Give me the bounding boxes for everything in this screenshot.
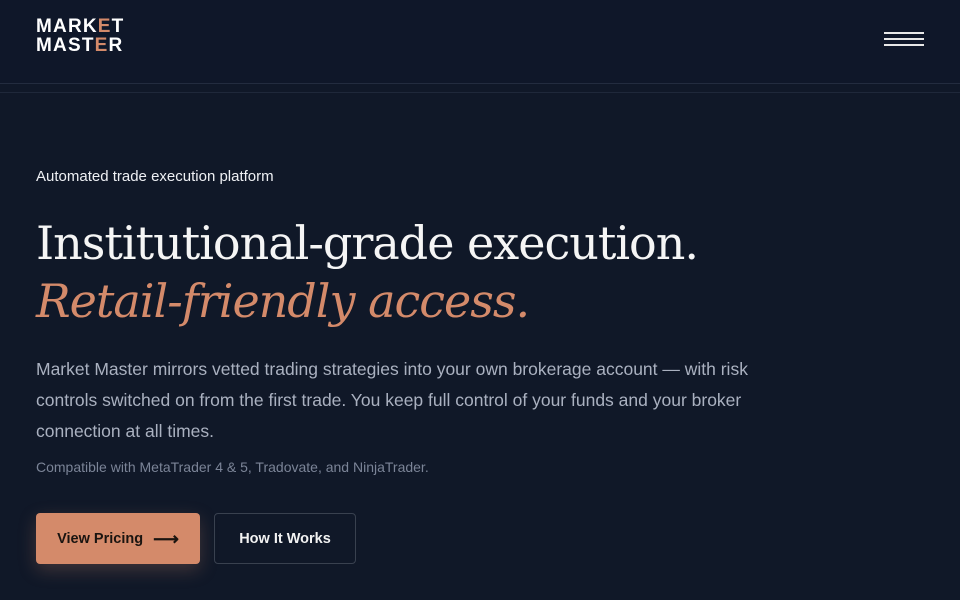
hero-description: Market Master mirrors vetted trading str…	[36, 359, 748, 441]
logo-accent-letter: E	[97, 16, 112, 37]
site-header: MARKET MASTER	[0, 0, 960, 84]
headline-accent: Retail-friendly access.	[36, 274, 530, 328]
compatibility-note: Compatible with MetaTrader 4 & 5, Tradov…	[36, 459, 429, 475]
how-it-works-button[interactable]: How It Works	[214, 513, 356, 564]
hamburger-icon	[884, 32, 924, 34]
hamburger-menu-button[interactable]	[880, 28, 928, 50]
eyebrow-text: Automated trade execution platform	[36, 168, 274, 185]
logo-accent-letter: E	[94, 35, 109, 56]
logo-line-1: MARKET	[36, 16, 125, 37]
headline-plain: Institutional-grade execution.	[36, 216, 699, 270]
how-it-works-label: How It Works	[239, 530, 331, 547]
view-pricing-label: View Pricing	[57, 530, 144, 547]
divider	[0, 92, 960, 93]
logo-line-2: MASTER	[36, 35, 124, 56]
logo[interactable]: MARKET MASTER	[36, 17, 124, 55]
hero-headline: Institutional-grade execution. Retail-fr…	[36, 214, 856, 330]
view-pricing-button[interactable]: View Pricing ⟶	[36, 513, 200, 564]
arrow-right-icon: ⟶	[153, 528, 179, 549]
